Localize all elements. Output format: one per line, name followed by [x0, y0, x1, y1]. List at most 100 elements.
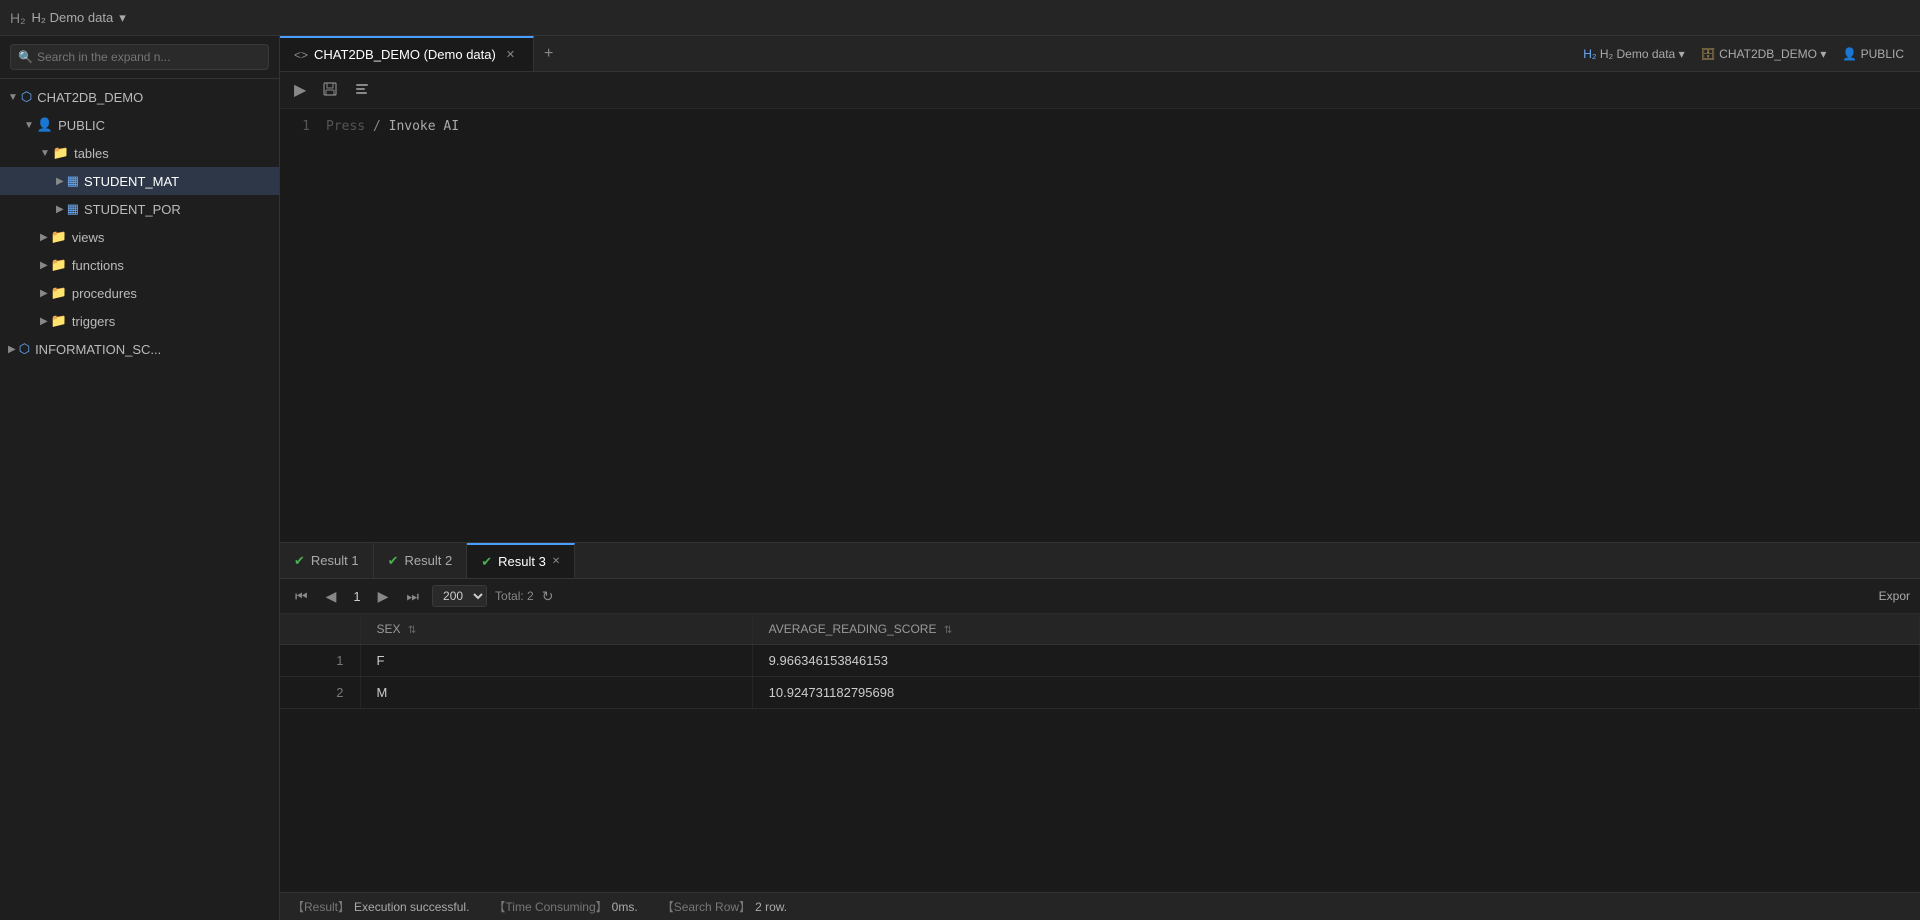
db-node-icon: ⬡ — [21, 89, 32, 105]
sidebar-item-tables[interactable]: ▼ 📁 tables — [0, 139, 279, 167]
sidebar-item-public[interactable]: ▼ 👤 PUBLIC — [0, 111, 279, 139]
db-icon-small: H₂ — [1583, 47, 1596, 61]
arrow-icon: ▼ — [24, 120, 34, 131]
table-row: 1 F 9.9663461538461​53 — [280, 645, 1920, 677]
sidebar-item-label: procedures — [72, 286, 137, 301]
editor-invoke-text: Invoke AI — [389, 119, 459, 134]
sidebar-item-triggers[interactable]: ▶ 📁 triggers — [0, 307, 279, 335]
data-table-wrapper: SEX ⇅ AVERAGE_READING_SCORE ⇅ 1 — [280, 614, 1920, 892]
sidebar-item-views[interactable]: ▶ 📁 views — [0, 223, 279, 251]
folder-icon: 📁 — [51, 257, 67, 273]
sidebar-tree: ▼ ⬡ CHAT2DB_DEMO ▼ 👤 PUBLIC ▼ 📁 tables ▶… — [0, 79, 279, 920]
result-tab-1[interactable]: ✔ Result 1 — [280, 543, 374, 578]
editor-press-text: Press — [326, 119, 365, 134]
header-schema-label: CHAT2DB_DEMO — [1719, 47, 1817, 61]
arrow-icon: ▶ — [40, 288, 48, 299]
tab-add-btn[interactable]: + — [534, 45, 563, 63]
status-search-value: 2 row. — [755, 900, 787, 914]
header-schema[interactable]: 🗄 CHAT2DB_DEMO ▾ — [1701, 47, 1827, 61]
table-icon: ▦ — [67, 173, 79, 189]
sidebar-item-student-mat[interactable]: ▶ ▦ STUDENT_MAT — [0, 167, 279, 195]
folder-icon: 📁 — [51, 313, 67, 329]
main-tab[interactable]: <> CHAT2DB_DEMO (Demo data) ✕ — [280, 36, 534, 71]
sidebar-item-chat2db-demo[interactable]: ▼ ⬡ CHAT2DB_DEMO — [0, 83, 279, 111]
editor-content[interactable]: Press / Invoke AI — [326, 119, 1910, 532]
sidebar-item-label: triggers — [72, 314, 115, 329]
cell-avg-1: 9.9663461538461​53 — [752, 645, 1919, 677]
format-button[interactable] — [350, 79, 374, 102]
sidebar-item-label: tables — [74, 146, 109, 161]
sidebar-search-area: 🔍 — [0, 36, 279, 79]
header-user-label: PUBLIC — [1861, 47, 1904, 61]
sidebar-item-student-por[interactable]: ▶ ▦ STUDENT_POR — [0, 195, 279, 223]
sidebar-item-label: STUDENT_POR — [84, 202, 181, 217]
results-area: ✔ Result 1 ✔ Result 2 ✔ Result 3 ✕ ⏮ ◀ 1 — [280, 542, 1920, 892]
user-icon: 👤 — [1842, 47, 1857, 61]
result-tab-label-1: Result 1 — [311, 553, 359, 568]
data-table: SEX ⇅ AVERAGE_READING_SCORE ⇅ 1 — [280, 614, 1920, 709]
total-label: Total: 2 — [495, 589, 534, 603]
save-button[interactable] — [318, 79, 342, 102]
title-bar: H₂ H₂ Demo data ▾ — [0, 0, 1920, 36]
first-page-btn[interactable]: ⏮ — [290, 586, 313, 607]
sidebar-item-functions[interactable]: ▶ 📁 functions — [0, 251, 279, 279]
result-tab-close-3[interactable]: ✕ — [552, 556, 560, 567]
sort-icon-sex: ⇅ — [408, 625, 416, 636]
sidebar-item-label: CHAT2DB_DEMO — [37, 90, 143, 105]
arrow-icon: ▶ — [40, 316, 48, 327]
run-button[interactable]: ▶ — [290, 78, 310, 102]
check-icon-1: ✔ — [294, 553, 305, 569]
sidebar: 🔍 ▼ ⬡ CHAT2DB_DEMO ▼ 👤 PUBLIC ▼ 📁 tables — [0, 36, 280, 920]
editor-slash: / — [373, 119, 389, 134]
sidebar-item-procedures[interactable]: ▶ 📁 procedures — [0, 279, 279, 307]
next-page-btn[interactable]: ▶ — [373, 586, 394, 607]
table-icon: ▦ — [67, 201, 79, 217]
result-tab-label-3: Result 3 — [498, 554, 546, 569]
sort-icon-avg: ⇅ — [944, 625, 952, 636]
search-wrapper: 🔍 — [10, 44, 269, 70]
last-page-btn[interactable]: ⏭ — [401, 586, 424, 607]
page-size-select[interactable]: 200 100 500 — [432, 585, 487, 607]
prev-page-btn[interactable]: ◀ — [321, 586, 342, 607]
result-tab-label-2: Result 2 — [405, 553, 453, 568]
sidebar-item-label: INFORMATION_SC... — [35, 342, 161, 357]
result-tab-2[interactable]: ✔ Result 2 — [374, 543, 468, 578]
cell-rownum-1: 1 — [280, 645, 360, 677]
schema-node-icon: 👤 — [37, 117, 53, 133]
search-input[interactable] — [10, 44, 269, 70]
header-db[interactable]: H₂ H₂ Demo data ▾ — [1583, 47, 1684, 61]
col-header-avg-score[interactable]: AVERAGE_READING_SCORE ⇅ — [752, 614, 1919, 645]
arrow-icon: ▼ — [40, 148, 50, 159]
col-header-sex[interactable]: SEX ⇅ — [360, 614, 752, 645]
status-result-value: Execution successful. — [354, 900, 469, 914]
sidebar-item-label: STUDENT_MAT — [84, 174, 179, 189]
sidebar-item-information-schema[interactable]: ▶ ⬡ INFORMATION_SC... — [0, 335, 279, 363]
status-time: 【Time Consuming】 0ms. — [493, 898, 637, 915]
result-tab-3[interactable]: ✔ Result 3 ✕ — [467, 543, 575, 578]
tab-close-btn[interactable]: ✕ — [502, 46, 519, 63]
title-bar-dropdown[interactable]: ▾ — [119, 10, 126, 26]
status-result: 【Result】 Execution successful. — [292, 898, 469, 915]
header-schema-dropdown: ▾ — [1820, 47, 1826, 61]
header-right: H₂ H₂ Demo data ▾ 🗄 CHAT2DB_DEMO ▾ 👤 PUB… — [1567, 36, 1920, 72]
arrow-icon: ▶ — [56, 176, 64, 187]
table-row: 2 M 10.924731182795698 — [280, 677, 1920, 709]
export-btn[interactable]: Expor — [1879, 589, 1910, 603]
editor-area[interactable]: 1 Press / Invoke AI — [280, 109, 1920, 542]
line-numbers: 1 — [290, 119, 310, 532]
arrow-icon: ▶ — [40, 232, 48, 243]
status-search-label: 【Search Row】 — [662, 898, 751, 915]
status-result-label: 【Result】 — [292, 898, 350, 915]
arrow-icon: ▶ — [8, 344, 16, 355]
title-bar-label: H₂ Demo data — [32, 10, 114, 25]
folder-icon: 📁 — [51, 285, 67, 301]
status-search-row: 【Search Row】 2 row. — [662, 898, 787, 915]
arrow-icon: ▶ — [40, 260, 48, 271]
folder-icon: 📁 — [51, 229, 67, 245]
header-user: 👤 PUBLIC — [1842, 47, 1904, 61]
arrow-icon: ▼ — [8, 92, 18, 103]
status-time-value: 0ms. — [612, 900, 638, 914]
refresh-btn[interactable]: ↻ — [542, 588, 554, 605]
title-bar-left: H₂ H₂ Demo data ▾ — [10, 10, 290, 26]
sidebar-item-label: functions — [72, 258, 124, 273]
